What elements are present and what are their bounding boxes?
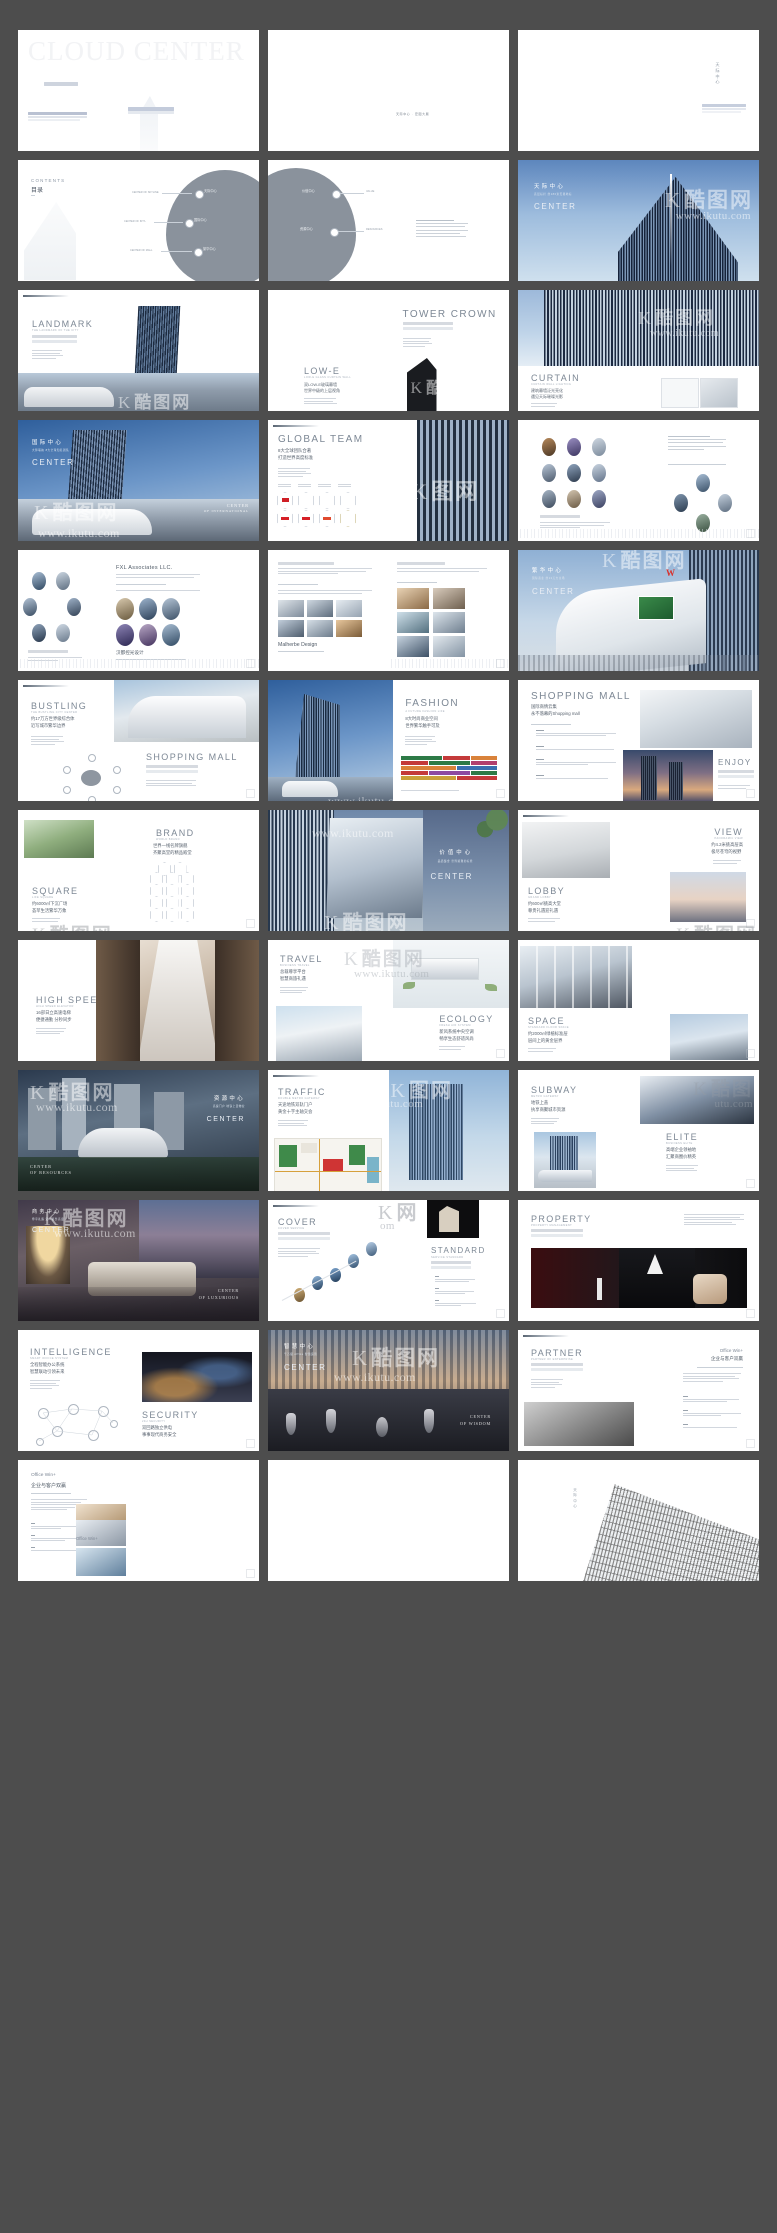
shopping-mall-title: SHOPPING MALL xyxy=(146,752,238,762)
page-thumb[interactable]: SQUARE LIFE SQUARE 约6000㎡下沉广场 荟萃生活繁华万象 BR… xyxy=(18,810,259,931)
square-title: SQUARE xyxy=(32,886,79,896)
page-thumb[interactable]: TRAVEL BUSINESS TRAVEL 总裁尊享平台 智慧商旅礼遇 ECOL… xyxy=(268,940,509,1061)
hero-title-en: CENTER xyxy=(206,1116,245,1123)
inner-cover-cn: 天际中心 xyxy=(715,62,720,85)
office-win-label: Office Win+ xyxy=(719,1348,743,1353)
network-lines xyxy=(38,1408,114,1442)
page-thumb[interactable]: CURTAIN CURTAIN WALL LIGHTING 建筑幕墙泛光亮化 遇见… xyxy=(518,290,759,411)
fashion-title: FASHION xyxy=(405,698,460,709)
cover-page-title: COVER xyxy=(278,1217,318,1227)
page-thumb[interactable]: Office Win+ 企业与客户双赢 Office Win+ xyxy=(18,1460,259,1581)
traffic-title: TRAFFIC xyxy=(278,1087,326,1097)
page-thumb[interactable]: INTELLIGENCE SMART OFFICE SYSTEM 全程智能办公系… xyxy=(18,1330,259,1451)
hero-title-cn: 国际中心 xyxy=(32,440,64,446)
property-title: PROPERTY xyxy=(531,1214,592,1224)
page-thumb[interactable]: TRAFFIC DOUBLE METRO GATEWAY 天途地铁双轨门户 黄金十… xyxy=(268,1070,509,1191)
landmark-title: LANDMARK xyxy=(32,319,94,329)
office-win-label: Office Win+ xyxy=(31,1473,56,1478)
page-thumb[interactable]: FASHION A FUTURE FASHION LIFE 8大时尚商业空间 世界… xyxy=(268,680,509,801)
hero-title-en: CENTER xyxy=(430,872,473,881)
page-thumb[interactable]: W 繁华中心 国际商业 约13万方主场 CENTER K 酷图网 xyxy=(518,550,759,671)
page-thumb[interactable]: SHOPPING MALL 国际商情云集永不落幕的Shopping mall xyxy=(518,680,759,801)
hero-title-en: CENTER xyxy=(32,1227,71,1234)
hero-title-cn: 智慧中心 xyxy=(284,1344,316,1350)
brand-title: BRAND xyxy=(156,828,195,838)
hero-title-en: CENTER xyxy=(32,458,75,467)
lobby-title: LOBBY xyxy=(528,886,566,896)
page-thumb[interactable]: 天际中心 高层标杆 约180米天幕地标 CENTER K酷图网 www.ikut… xyxy=(518,160,759,281)
bustling-title: BUSTLING xyxy=(31,701,88,711)
page-thumb[interactable]: LANDMARK THE LANDMARK OF THE CITY K 酷图网 xyxy=(18,290,259,411)
page-thumb[interactable] xyxy=(268,1460,509,1581)
page-thumb[interactable]: Malherbe Design xyxy=(268,550,509,671)
ecology-title: ECOLOGY xyxy=(439,1014,494,1024)
crown-title: TOWER CROWN xyxy=(402,309,497,320)
preview-canvas: CLOUD CENTER 天际中心 · 宏图大展 天际中心 CONTENTS 目… xyxy=(0,0,777,2233)
partner-title: PARTNER xyxy=(531,1348,583,1358)
travel-title: TRAVEL xyxy=(280,954,323,964)
backcover-cn: 天际中心 xyxy=(573,1488,577,1509)
hero-title-en: CENTER xyxy=(534,202,577,211)
page-thumb[interactable]: PARTNER PARTNER OF ENTERPRISE Office Win… xyxy=(518,1330,759,1451)
page-thumb[interactable]: GLOBAL TEAM 8大全球团队合著 打造世界高度标准 K图网 xyxy=(268,420,509,541)
page-thumb[interactable]: 天际中心 xyxy=(518,1460,759,1581)
elite-title: ELITE xyxy=(666,1132,699,1142)
page-thumb[interactable]: 国际中心 大师联袂 8大全球知名团队 CENTER CENTER OF INTER… xyxy=(18,420,259,541)
space-title: SPACE xyxy=(528,1016,565,1026)
contents-label-cn: 目录 xyxy=(31,188,44,194)
page-thumb[interactable]: LOBBY GRAND LOBBY 约600㎡挑高大堂 尊贵礼遇迎礼遇 VIEW … xyxy=(518,810,759,931)
view-title: VIEW xyxy=(714,827,743,837)
page-thumb[interactable]: 智慧中心 千万级 office 智慧运营 CENTER CENTER OF WIS… xyxy=(268,1330,509,1451)
contents-label: CONTENTS xyxy=(31,178,66,183)
page-thumb[interactable]: SUBWAY METRO GATEWAY 地铁上盖 执享商聚城市资源 ELITE … xyxy=(518,1070,759,1191)
enjoy-title: ENJOY xyxy=(718,758,752,767)
subway-title: SUBWAY xyxy=(531,1085,578,1095)
page-thumb[interactable]: 价值中心 品质臻金 世界璀璨的标准 CENTER K 酷图网 www.ikutu.… xyxy=(268,810,509,931)
page-thumb[interactable]: CONTENTS 目录 天际中心 国际中心 繁华中心 CENTER OF SKY… xyxy=(18,160,259,281)
hero-title-en: CENTER xyxy=(284,1363,327,1372)
page-thumb[interactable]: www.ikutu.com xyxy=(518,420,759,541)
page-thumb[interactable]: SPACE STANDARD FLOOR SPACE 约2000㎡绿植标准层 层间… xyxy=(518,940,759,1061)
curtain-title: CURTAIN xyxy=(531,373,580,383)
page-thumb[interactable]: FXL Associates LLC. 汉都控光设计 xyxy=(18,550,259,671)
hero-title-en: CENTER xyxy=(532,587,575,596)
page-thumb[interactable]: 价值中心 资源中心 VALUE RESOURCES xyxy=(268,160,509,281)
hero-title-cn: 天际中心 xyxy=(534,184,566,190)
malherbe-title: Malherbe Design xyxy=(278,642,318,648)
page-thumb[interactable]: CLOUD CENTER xyxy=(18,30,259,151)
office-win-label: Office Win+ xyxy=(76,1536,98,1541)
page-thumb[interactable]: COVER COVER SERVICE STANDARD SERVICE STA… xyxy=(268,1200,509,1321)
page-thumb[interactable]: LOW-E LOW-E GLASS CURTAIN WALL 双LOW-E玻璃幕… xyxy=(268,290,509,411)
hero-title-cn: 商务中心 xyxy=(32,1209,62,1215)
hero-title-cn: 价值中心 xyxy=(439,850,473,856)
page-thumb[interactable]: 商务中心 尊享礼遇 定义商务高度 CENTER CENTER OF LUXURIO… xyxy=(18,1200,259,1321)
fxl-title: FXL Associates LLC. xyxy=(116,565,173,571)
page-thumb[interactable]: 资源中心 高速门户 地铁上盖物业 CENTER CENTER OF RESOURC… xyxy=(18,1070,259,1191)
page-thumb[interactable]: 天际中心 · 宏图大展 xyxy=(268,30,509,151)
cover-title: CLOUD CENTER xyxy=(28,36,245,66)
intelligence-title: INTELLIGENCE xyxy=(30,1347,112,1357)
page-thumb[interactable]: HIGH SPEED HIGH SPEED ELEVATOR 16部日立高速电梯… xyxy=(18,940,259,1061)
shopping-mall-title: SHOPPING MALL xyxy=(531,691,631,702)
resources-caption: CENTER OF RESOURCES xyxy=(30,1163,72,1176)
hero-title-cn: 资源中心 xyxy=(213,1096,245,1102)
standard-title: STANDARD xyxy=(431,1246,486,1255)
hero-title-cn: 繁华中心 xyxy=(532,568,564,574)
page-thumb[interactable]: 天际中心 xyxy=(518,30,759,151)
page-thumb[interactable]: BUSTLING THE BUSTLING CITY CENTER 约17万方世… xyxy=(18,680,259,801)
security-title: SECURITY xyxy=(142,1410,199,1420)
global-team-title: GLOBAL TEAM xyxy=(278,434,364,445)
page-thumb[interactable]: PROPERTY PROPERTY MANAGEMENT xyxy=(518,1200,759,1321)
lowe-title: LOW-E xyxy=(304,366,341,376)
page-grid: CLOUD CENTER 天际中心 · 宏图大展 天际中心 CONTENTS 目… xyxy=(18,30,759,1581)
